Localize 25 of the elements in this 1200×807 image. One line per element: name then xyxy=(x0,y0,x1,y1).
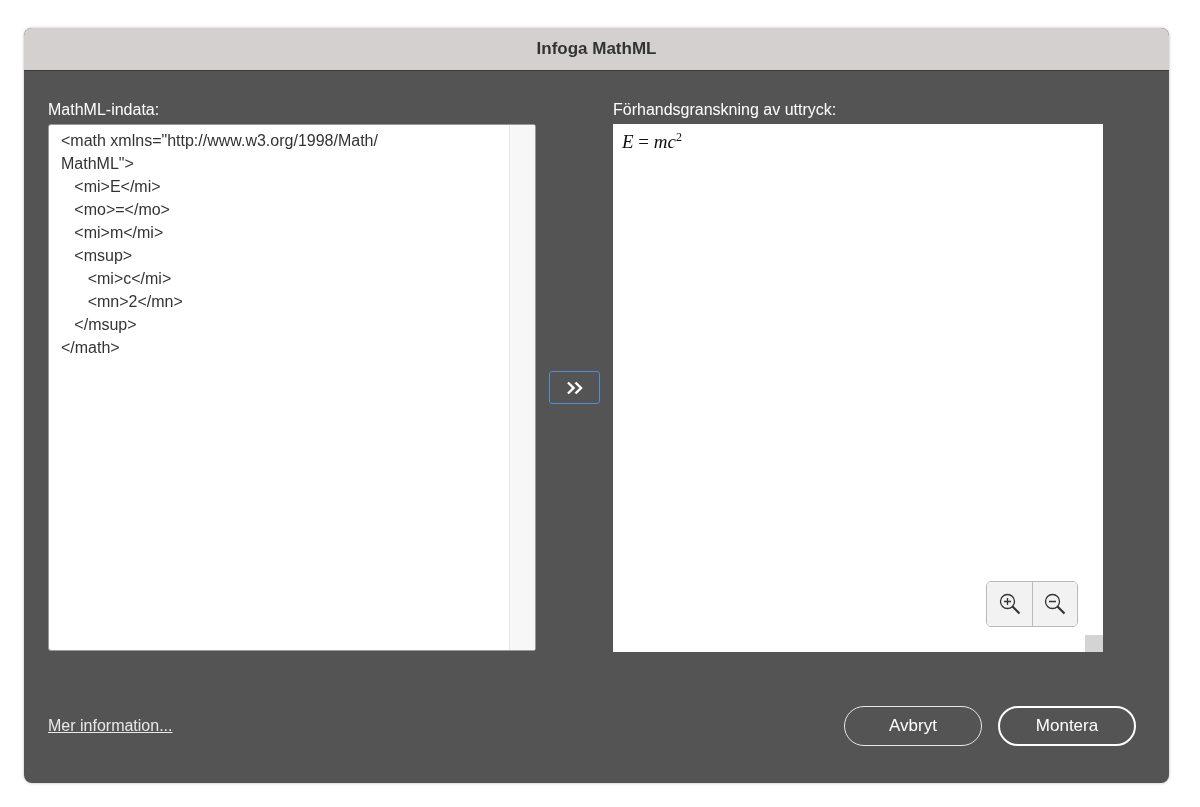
confirm-button[interactable]: Montera xyxy=(998,706,1136,746)
zoom-out-button[interactable] xyxy=(1032,582,1077,626)
resize-grip[interactable] xyxy=(1085,635,1103,652)
cancel-button[interactable]: Avbryt xyxy=(844,706,982,746)
code-line: <mi>m</mi> xyxy=(73,223,165,243)
double-chevron-icon xyxy=(565,380,584,395)
code-field[interactable]: <math xmlns="http://www.w3.org/1998/Math/ MathML"> <mi>E</mi> <mo>=</mo> <mi>m</mi> <msup> <mi>c</mi> <mn>2</mn> </msup> </math> xyxy=(48,124,536,651)
zoom-in-icon xyxy=(997,592,1022,616)
code-line: <mo>=</mo> xyxy=(73,200,171,220)
code-line: <mi>E</mi> xyxy=(73,177,162,197)
preview-label: Förhandsgranskning av uttryck: xyxy=(613,101,838,120)
code-line: MathML"> xyxy=(61,154,135,174)
code-line: <math xmlns="http://www.w3.org/1998/Math/ xyxy=(61,131,379,151)
field-label: MathML-indata: xyxy=(48,101,161,120)
code-line: <mi>c</mi> xyxy=(86,269,173,289)
scrollbar-track[interactable] xyxy=(509,125,535,650)
code-line: </math> xyxy=(61,338,121,358)
more-info-link[interactable]: Mer information... xyxy=(48,717,173,735)
formula: E = mc$^{2}$ xyxy=(622,130,682,154)
code-line: </msup> xyxy=(73,315,138,335)
zoom-out-icon xyxy=(1043,592,1067,616)
window-title: Infoga MathML xyxy=(536,39,657,59)
code-line: <mn>2</mn> xyxy=(86,292,184,312)
code-line: <msup> xyxy=(73,246,134,266)
convert-button[interactable] xyxy=(549,371,600,404)
